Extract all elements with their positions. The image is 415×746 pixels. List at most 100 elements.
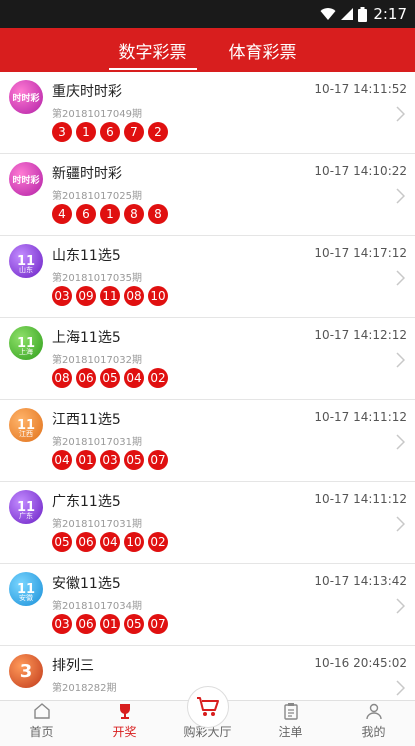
lottery-issue: 第20181017034期 [52, 601, 142, 612]
lottery-issue: 第20181017025期 [52, 191, 142, 202]
lottery-name: 排列三 [52, 658, 94, 674]
tab-digital-lottery[interactable]: 数字彩票 [108, 28, 197, 72]
lottery-logo-icon: 时时彩 [9, 162, 43, 196]
tabbar-orders[interactable]: 注单 [249, 701, 332, 746]
winning-numbers: 4 6 1 8 8 [52, 204, 168, 224]
number-ball: 04 [124, 368, 144, 388]
number-ball: 03 [100, 450, 120, 470]
lottery-row[interactable]: 11 江西 江西11选5 第20181017031期 10-17 14:11:1… [0, 400, 415, 482]
number-ball: 01 [100, 614, 120, 634]
home-icon [33, 703, 50, 719]
number-ball: 04 [100, 532, 120, 552]
number-ball: 06 [76, 532, 96, 552]
number-ball: 05 [124, 450, 144, 470]
user-icon [365, 703, 382, 720]
lottery-issue: 第20181017031期 [52, 437, 142, 448]
lottery-issue: 第2018282期 [52, 683, 117, 694]
lottery-logo-icon: 3 [9, 654, 43, 688]
lottery-row[interactable]: 时时彩 重庆时时彩 第20181017049期 10-17 14:11:52 3… [0, 72, 415, 154]
lottery-issue: 第20181017035期 [52, 273, 142, 284]
lottery-name: 安徽11选5 [52, 576, 121, 592]
number-ball: 10 [148, 286, 168, 306]
lottery-draw-time: 10-17 14:10:22 [314, 164, 407, 178]
number-ball: 10 [124, 532, 144, 552]
battery-icon [358, 6, 368, 22]
lottery-draw-time: 10-17 14:11:12 [314, 492, 407, 506]
number-ball: 07 [148, 450, 168, 470]
number-ball: 2 [148, 122, 168, 142]
number-ball: 03 [52, 614, 72, 634]
lottery-issue: 第20181017032期 [52, 355, 142, 366]
lottery-name: 上海11选5 [52, 330, 121, 346]
tabbar-results[interactable]: 开奖 [83, 701, 166, 746]
number-ball: 11 [100, 286, 120, 306]
lottery-name: 重庆时时彩 [52, 84, 122, 100]
lottery-logo-icon: 时时彩 [9, 80, 43, 114]
wifi-icon [320, 8, 336, 20]
number-ball: 06 [76, 368, 96, 388]
number-ball: 7 [124, 122, 144, 142]
number-ball: 02 [148, 532, 168, 552]
chevron-right-icon [396, 106, 405, 122]
number-ball: 04 [52, 450, 72, 470]
trophy-icon [119, 704, 130, 719]
tabbar-profile[interactable]: 我的 [332, 701, 415, 746]
lottery-draw-time: 10-17 14:12:12 [314, 328, 407, 342]
status-icons [320, 6, 368, 22]
chevron-right-icon [396, 516, 405, 532]
lottery-draw-time: 10-17 14:17:12 [314, 246, 407, 260]
number-ball: 05 [124, 614, 144, 634]
number-ball: 1 [76, 122, 96, 142]
status-time: 2:17 [373, 5, 407, 23]
lottery-logo-icon: 11 广东 [9, 490, 43, 524]
number-ball: 08 [124, 286, 144, 306]
lottery-issue: 第20181017031期 [52, 519, 142, 530]
number-ball: 8 [124, 204, 144, 224]
chevron-right-icon [396, 270, 405, 286]
number-ball: 03 [52, 286, 72, 306]
number-ball: 05 [100, 368, 120, 388]
lottery-row[interactable]: 11 上海 上海11选5 第20181017032期 10-17 14:12:1… [0, 318, 415, 400]
lottery-row[interactable]: 11 安徽 安徽11选5 第20181017034期 10-17 14:13:4… [0, 564, 415, 646]
top-header: 数字彩票 体育彩票 [0, 28, 415, 72]
number-ball: 4 [52, 204, 72, 224]
tabbar-home[interactable]: 首页 [0, 701, 83, 746]
status-bar: 2:17 [0, 0, 415, 28]
winning-numbers: 08 06 05 04 02 [52, 368, 168, 388]
lottery-name: 山东11选5 [52, 248, 121, 264]
lottery-hall-cart-button[interactable] [187, 686, 229, 728]
number-ball: 09 [76, 286, 96, 306]
number-ball: 08 [52, 368, 72, 388]
chevron-right-icon [396, 352, 405, 368]
number-ball: 8 [148, 204, 168, 224]
lottery-row[interactable]: 11 广东 广东11选5 第20181017031期 10-17 14:11:1… [0, 482, 415, 564]
winning-numbers: 3 1 6 7 2 [52, 122, 168, 142]
number-ball: 3 [52, 122, 72, 142]
clipboard-icon [283, 703, 298, 720]
winning-numbers: 05 06 04 10 02 [52, 532, 168, 552]
lottery-draw-time: 10-17 14:13:42 [314, 574, 407, 588]
lottery-name: 新疆时时彩 [52, 166, 122, 182]
cell-signal-icon [341, 8, 354, 20]
chevron-right-icon [396, 434, 405, 450]
number-ball: 02 [148, 368, 168, 388]
lottery-issue: 第20181017049期 [52, 109, 142, 120]
chevron-right-icon [396, 680, 405, 696]
number-ball: 07 [148, 614, 168, 634]
number-ball: 06 [76, 614, 96, 634]
lottery-draw-time: 10-17 14:11:52 [314, 82, 407, 96]
lottery-row[interactable]: 时时彩 新疆时时彩 第20181017025期 10-17 14:10:22 4… [0, 154, 415, 236]
tab-sports-lottery[interactable]: 体育彩票 [225, 28, 301, 72]
lottery-name: 广东11选5 [52, 494, 121, 510]
winning-numbers: 03 09 11 08 10 [52, 286, 168, 306]
lottery-row[interactable]: 11 山东 山东11选5 第20181017035期 10-17 14:17:1… [0, 236, 415, 318]
number-ball: 05 [52, 532, 72, 552]
lottery-name: 江西11选5 [52, 412, 121, 428]
lottery-draw-time: 10-16 20:45:02 [314, 656, 407, 670]
lottery-logo-icon: 11 上海 [9, 326, 43, 360]
winning-numbers: 03 06 01 05 07 [52, 614, 168, 634]
lottery-logo-icon: 11 安徽 [9, 572, 43, 606]
number-ball: 6 [76, 204, 96, 224]
lottery-logo-icon: 11 山东 [9, 244, 43, 278]
winning-numbers: 04 01 03 05 07 [52, 450, 168, 470]
